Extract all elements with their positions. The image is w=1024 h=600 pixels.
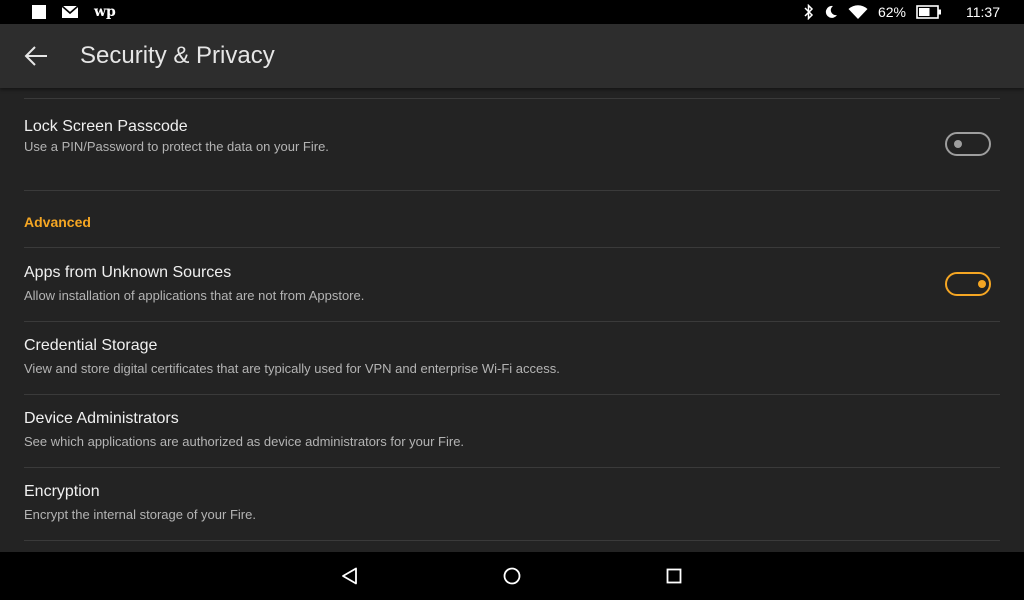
setting-title: Apps from Unknown Sources	[24, 264, 232, 281]
mail-icon	[62, 6, 78, 18]
nav-back-button[interactable]	[334, 560, 366, 592]
status-left: wp	[32, 5, 132, 19]
nav-recents-button[interactable]	[658, 560, 690, 592]
battery-percent: 62%	[877, 4, 906, 20]
toggle-knob	[978, 280, 986, 288]
divider	[24, 540, 1000, 541]
setting-device-administrators[interactable]: Device Administrators See which applicat…	[0, 395, 1024, 467]
setting-subtitle: Encrypt the internal storage of your Fir…	[24, 507, 256, 522]
status-time: 11:37	[966, 4, 1000, 20]
status-right: 62% 11:37	[794, 4, 1000, 20]
washington-post-icon: wp	[94, 4, 116, 20]
nav-back-triangle-icon	[342, 567, 357, 585]
status-bar: wp 62% 11:37	[0, 0, 1024, 24]
setting-title: Device Administrators	[24, 410, 179, 427]
nav-recents-square-icon	[666, 568, 682, 584]
app-header: Security & Privacy	[0, 24, 1024, 88]
setting-apps-unknown-sources[interactable]: Apps from Unknown Sources Allow installa…	[0, 248, 1024, 321]
back-arrow-icon	[24, 46, 47, 66]
navigation-bar	[0, 552, 1024, 600]
settings-list[interactable]: Lock Screen Passcode Use a PIN/Password …	[0, 88, 1024, 552]
setting-title: Lock Screen Passcode	[24, 118, 188, 135]
page-title: Security & Privacy	[80, 42, 275, 69]
nav-home-button[interactable]	[496, 560, 528, 592]
square-notification-icon	[32, 5, 46, 19]
setting-title: Credential Storage	[24, 337, 158, 354]
do-not-disturb-moon-icon	[825, 5, 837, 18]
setting-title: Encryption	[24, 483, 100, 500]
apps-unknown-sources-toggle[interactable]	[945, 272, 991, 296]
toggle-knob	[954, 140, 962, 148]
back-button[interactable]	[16, 36, 56, 76]
setting-subtitle: Use a PIN/Password to protect the data o…	[24, 139, 329, 154]
setting-subtitle: View and store digital certificates that…	[24, 361, 560, 376]
setting-credential-storage[interactable]: Credential Storage View and store digita…	[0, 322, 1024, 394]
setting-encryption[interactable]: Encryption Encrypt the internal storage …	[0, 468, 1024, 540]
setting-subtitle: Allow installation of applications that …	[24, 288, 365, 303]
divider	[24, 190, 1000, 191]
bluetooth-icon	[804, 4, 814, 20]
wifi-icon	[848, 4, 868, 19]
section-header-advanced: Advanced	[24, 214, 91, 230]
lock-screen-passcode-toggle[interactable]	[945, 132, 991, 156]
nav-home-circle-icon	[503, 567, 521, 585]
setting-subtitle: See which applications are authorized as…	[24, 434, 465, 449]
setting-lock-screen-passcode[interactable]: Lock Screen Passcode Use a PIN/Password …	[0, 99, 1024, 190]
battery-icon	[916, 5, 941, 19]
